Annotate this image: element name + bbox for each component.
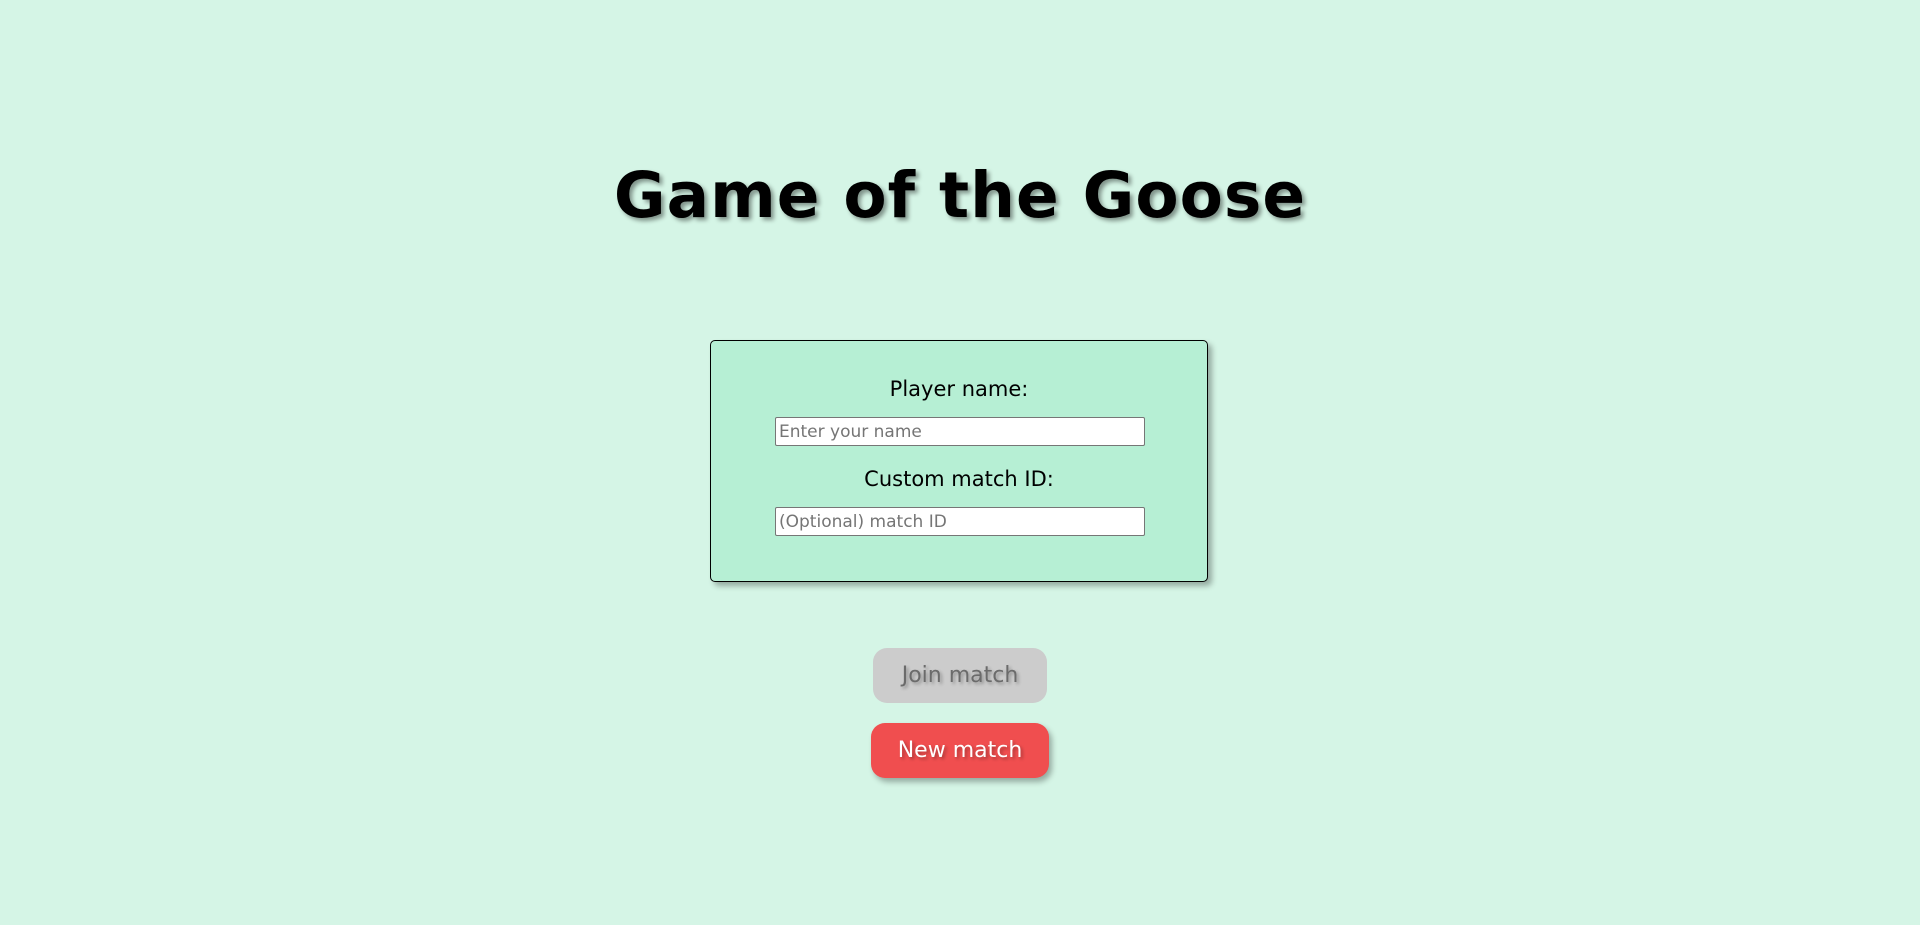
match-id-input[interactable] xyxy=(775,507,1145,536)
match-id-label: Custom match ID: xyxy=(864,467,1054,491)
player-name-label: Player name: xyxy=(889,377,1029,401)
join-match-button[interactable]: Join match xyxy=(873,648,1047,703)
player-name-input[interactable] xyxy=(775,417,1145,446)
match-form-card: Player name: Custom match ID: xyxy=(710,340,1208,582)
new-match-button[interactable]: New match xyxy=(871,723,1049,778)
page-title: Game of the Goose xyxy=(613,159,1307,232)
home-page: Game of the Goose Player name: Custom ma… xyxy=(0,0,1920,927)
